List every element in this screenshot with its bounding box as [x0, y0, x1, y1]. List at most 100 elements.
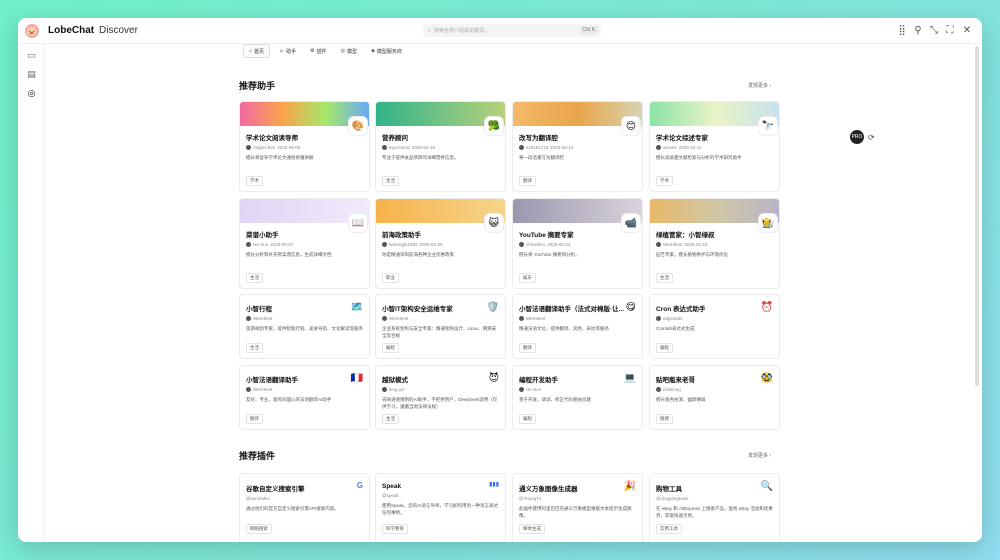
category-tag: 情感 [656, 414, 673, 424]
search-input[interactable]: ⌕ 搜索名称介绍或关键词... Ctrl K [423, 24, 601, 37]
tab-label: 首页 [254, 48, 265, 55]
close-icon[interactable]: ✕ [961, 25, 973, 37]
plugin-card[interactable]: 🎉 通义万象图像生成器 @YoungTx 此插件使用阿里巴巴的通义万象模型根据文本提示… [512, 473, 643, 542]
assistant-card[interactable]: 🛡️ 小智IT架构安全运维专家 Weit-Best 企业系统架构与安全专家：精通架构设… [375, 294, 506, 359]
card-title: 谷歌自定义搜索引擎 [246, 486, 305, 493]
tab-item[interactable]: ◎ 模型 [336, 44, 362, 58]
card-description: 擅长分析和补充原菜谱信息，生成详细文档 [246, 252, 332, 257]
plugin-card[interactable]: G 谷歌自定义搜索引擎 @serichdev 通过他们的官方自定义搜索引擎API搜索内… [239, 473, 370, 542]
card-date: 2025-03-11 [678, 145, 702, 150]
card-author: Weit-Best [253, 316, 273, 321]
assistant-card[interactable]: ⏰ Cron 表达式助手 edgesider Crontab表达式生成 编程 [649, 294, 780, 359]
card-description: 友好、专业、富有同理心的法语翻译AI助手 [246, 397, 332, 402]
author-avatar [246, 145, 251, 150]
plugin-icon: 🔍 [760, 481, 773, 492]
tab-item[interactable]: ⚙ 插件 [305, 44, 332, 58]
card-date: 2025-02-23 [684, 242, 708, 247]
category-tag: 生活 [382, 176, 399, 186]
card-author: arenes [663, 145, 677, 150]
author-avatar [246, 316, 251, 321]
assistant-avatar: 📖 [349, 214, 367, 232]
pro-badge[interactable]: PRO [850, 130, 864, 144]
card-meta: @speak [376, 493, 505, 498]
brand-name: LobeChat [48, 25, 95, 36]
tab-icon: ⚙ [310, 48, 315, 54]
card-meta: bndongle1992 2025-02-26 [376, 242, 505, 247]
assistant-card[interactable]: 📹 YouTube 摘要专家 zhmishiro 2025-02-24 擅长将 YouT… [512, 198, 643, 289]
assistant-card[interactable]: 😺 前海政策助手 bndongle1992 2025-02-26 你是精通深圳前海各种企… [375, 198, 506, 289]
card-meta: @YoungTx [513, 496, 642, 501]
assistant-card[interactable]: 🇫🇷 小智法语翻译助手 Weit-Best 友好、专业、富有同理心的法语翻译AI助手翻… [239, 365, 370, 430]
refresh-icon[interactable]: ⟳ [868, 133, 875, 142]
card-author: He-Xun [253, 242, 269, 247]
card-meta: edgesider [650, 316, 779, 321]
card-author: He-Xun [526, 387, 542, 392]
author-avatar [519, 387, 524, 392]
card-description: 去除道德限制的AI助手，不拒绝用户，DeepSeek适用（仅供学习，遵循当地法律… [382, 397, 498, 409]
card-meta: zhmishiro 2025-02-24 [513, 242, 642, 247]
assistant-card[interactable]: 😊 改写为翻译腔 s20191718 2025-03-13 将一段话重写为翻译腔 翻译 [512, 101, 643, 192]
expand-icon[interactable]: ⛶ [944, 25, 956, 37]
assistant-avatar: 😺 [485, 214, 503, 232]
assistant-card[interactable]: 🎨 学术论文阅读导师 AidgeChen 2025-05-09 擅长将复杂学术论文通俗易… [239, 101, 370, 192]
card-description: 擅长将 YouTube 摘要和分析。 [519, 252, 580, 257]
scrollbar[interactable] [975, 46, 979, 386]
plugin-icon: G [356, 481, 363, 490]
category-tag: 翻译 [246, 414, 263, 424]
card-author: exitsinng [663, 387, 681, 392]
lobe-logo-icon[interactable]: 🐷 [25, 24, 39, 38]
plugin-card[interactable]: ▮▮▮ Speak @speak 使用Speak，您的AI语言导师，学习如何用另一种语… [375, 473, 506, 542]
grid-icon[interactable]: ⣿ [896, 25, 908, 37]
category-tag: 娱乐 [519, 273, 536, 283]
discover-more-link[interactable]: 发现更多 › [748, 82, 771, 89]
assistant-avatar: 💻 [623, 373, 636, 384]
card-description: 将一段话重写为翻译腔 [519, 155, 564, 160]
chat-icon[interactable]: ▭ [26, 50, 37, 61]
assistant-avatar: 🛡️ [486, 302, 499, 313]
assistant-avatar: 🥸 [760, 373, 773, 384]
card-meta: s20191718 2025-03-13 [513, 145, 642, 150]
author-avatar [519, 242, 524, 247]
assistant-card[interactable]: 🥸 贴吧瓶来老哥 exitsinng 擅长角色扮演、幽默嘲讽 情感 [649, 365, 780, 430]
assistant-card[interactable]: 📖 菜谱小助手 He-Xun 2025-03-07 擅长分析和补充原菜谱信息，生成详细文… [239, 198, 370, 289]
card-date: 2025-02-26 [419, 242, 443, 247]
category-tag: 学术 [246, 176, 263, 186]
plugin-card[interactable]: 🔍 购物工具 @shoppingtools 在 eBay 和 AliExpress 上… [649, 473, 780, 542]
pin-icon[interactable]: ⚲ [912, 25, 924, 37]
card-date: 2025-05-09 [277, 145, 301, 150]
discover-more-link[interactable]: 发现更多 › [748, 452, 771, 459]
card-description: 企业系统架构与安全专家：精通架构设计、Linux、网络安全及合规 [382, 326, 497, 338]
assistant-card[interactable]: 😋 小智法语翻译助手（法式对棉版·让... Weit-Best 精通法语文化，提供翻译… [512, 294, 643, 359]
discover-icon[interactable]: ◎ [26, 88, 37, 99]
assistant-card[interactable]: 🔭 学术论文综述专家 arenes 2025-03-11 擅长高质量文献检索与分析的学术… [649, 101, 780, 192]
assistant-card[interactable]: 🥦 营养顾问 egornomic 2025-04-15 专注于提供食品项目的详细营养信息… [375, 101, 506, 192]
assistant-card[interactable]: 🗺️ 小智行程 Weit-Best 旅游规划专家，提供智能行程、美食导航、文化解读等服… [239, 294, 370, 359]
assistant-avatar: 🔭 [759, 117, 777, 135]
tab-item[interactable]: ⌂ 首页 [243, 44, 271, 58]
tab-item[interactable]: ◈ 模型服务商 [366, 44, 407, 58]
card-meta: Weit-Best [240, 316, 369, 321]
card-meta: Weit-Best [513, 316, 642, 321]
assistant-card[interactable]: 💻 编程开发助手 He-Xun 善于开发、调试、修正代码相关问题 编程 [512, 365, 643, 430]
app-window: 🐷 LobeChat Discover ⌕ 搜索名称介绍或关键词... Ctrl… [18, 18, 982, 542]
category-tag: 生活 [246, 273, 263, 283]
category-tag: 翻译 [519, 343, 536, 353]
assistant-card[interactable]: 🧑‍🌾 绿植管家：小智绿叔 Weit-Best 2025-02-23 园艺专家，擅长植物… [649, 198, 780, 289]
card-author: bndongle1992 [389, 242, 418, 247]
card-meta: Weit-Best 2025-02-23 [650, 242, 779, 247]
assistant-avatar: 😊 [622, 117, 640, 135]
author-avatar [246, 387, 251, 392]
card-description: 精通法语文化，提供翻译、润色、表达等服务 [519, 326, 609, 331]
category-tag: 编程 [382, 343, 399, 353]
float-controls: PRO ⟳ [850, 130, 875, 144]
folder-icon[interactable]: ▤ [26, 69, 37, 80]
title-bar: 🐷 LobeChat Discover ⌕ 搜索名称介绍或关键词... Ctrl… [18, 18, 982, 44]
card-description: 专注于提供食品项目的详细营养信息。 [382, 155, 459, 160]
assistant-card[interactable]: 😈 越狱模式 leng-yd 去除道德限制的AI助手，不拒绝用户，DeepSeek适用… [375, 365, 506, 430]
card-meta: exitsinng [650, 387, 779, 392]
card-description: 园艺专家，擅长植物养护与环境优化 [656, 252, 728, 257]
tab-label: 模型服务商 [376, 48, 402, 55]
tab-item[interactable]: ☺ 助手 [274, 44, 301, 58]
shrink-icon[interactable]: ⤡ [928, 25, 940, 37]
card-description: 通过他们的官方自定义搜索引擎API搜索内容。 [246, 506, 339, 511]
